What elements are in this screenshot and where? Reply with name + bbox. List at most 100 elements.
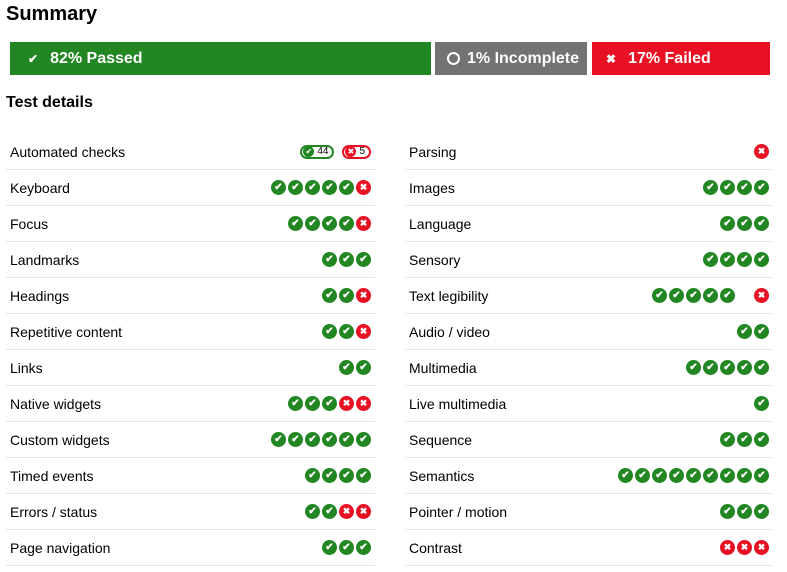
test-row-landmarks[interactable]: Landmarks ✔ ✔ ✔ — [6, 242, 375, 278]
pass-check-icon: ✔ — [686, 468, 701, 483]
result-icons: ✔ ✔ ✔ ✔ ✔ ✖ — [652, 288, 769, 303]
pass-check-icon: ✔ — [669, 288, 684, 303]
pass-check-icon: ✔ — [322, 396, 337, 411]
test-row-automated-checks[interactable]: Automated checks ✔ 44 ✖ 5 — [6, 134, 375, 170]
pass-check-icon: ✔ — [737, 468, 752, 483]
pass-check-icon: ✔ — [322, 504, 337, 519]
test-label: Repetitive content — [10, 323, 123, 340]
check-icon: ✔ — [28, 51, 39, 66]
passed-bar: ✔ 82% Passed — [10, 42, 431, 75]
automated-pass-badge: ✔ 44 — [300, 144, 335, 159]
fail-count: 5 — [359, 146, 365, 157]
pass-check-icon: ✔ — [703, 468, 718, 483]
result-icons: ✔ ✔ ✖ — [322, 324, 371, 339]
test-row-language[interactable]: Language ✔ ✔ ✔ — [405, 206, 773, 242]
fail-cross-icon: ✖ — [356, 324, 371, 339]
test-row-text-legibility[interactable]: Text legibility ✔ ✔ ✔ ✔ ✔ ✖ — [405, 278, 773, 314]
pass-check-icon: ✔ — [652, 288, 667, 303]
pass-check-icon: ✔ — [339, 432, 354, 447]
pass-check-icon: ✔ — [305, 180, 320, 195]
pass-check-icon: ✔ — [686, 360, 701, 375]
pass-check-icon: ✔ — [635, 468, 650, 483]
test-row-links[interactable]: Links ✔ ✔ — [6, 350, 375, 386]
test-row-page-navigation[interactable]: Page navigation ✔ ✔ ✔ — [6, 530, 375, 566]
pass-check-icon: ✔ — [737, 216, 752, 231]
test-row-audio-video[interactable]: Audio / video ✔ ✔ — [405, 314, 773, 350]
result-icons: ✔ ✔ ✔ — [322, 252, 371, 267]
result-icons: ✔ ✔ ✔ ✔ — [305, 468, 371, 483]
pass-check-icon: ✔ — [305, 216, 320, 231]
pass-check-icon: ✔ — [271, 432, 286, 447]
test-row-timed-events[interactable]: Timed events ✔ ✔ ✔ ✔ — [6, 458, 375, 494]
test-row-sequence[interactable]: Sequence ✔ ✔ ✔ — [405, 422, 773, 458]
result-icons: ✔ ✔ ✔ — [720, 432, 769, 447]
pass-check-icon: ✔ — [339, 288, 354, 303]
test-row-sensory[interactable]: Sensory ✔ ✔ ✔ ✔ — [405, 242, 773, 278]
pass-check-icon: ✔ — [754, 324, 769, 339]
failed-label: 17% Failed — [628, 49, 711, 67]
result-icons: ✔ ✔ ✔ ✔ — [703, 252, 769, 267]
test-row-semantics[interactable]: Semantics ✔ ✔ ✔ ✔ ✔ ✔ ✔ ✔ ✔ — [405, 458, 773, 494]
incomplete-circle-icon — [737, 288, 752, 303]
pass-check-icon: ✔ — [288, 180, 303, 195]
pass-check-icon: ✔ — [703, 252, 718, 267]
result-icons: ✔ ✔ ✔ ✔ — [703, 180, 769, 195]
fail-cross-icon: ✖ — [356, 504, 371, 519]
test-label: Contrast — [409, 539, 462, 556]
test-label: Multimedia — [409, 359, 477, 376]
pass-check-icon: ✔ — [322, 540, 337, 555]
test-label: Audio / video — [409, 323, 490, 340]
test-row-custom-widgets[interactable]: Custom widgets ✔ ✔ ✔ ✔ ✔ ✔ — [6, 422, 375, 458]
test-label: Sensory — [409, 251, 461, 268]
pass-check-icon: ✔ — [737, 360, 752, 375]
pass-check-icon: ✔ — [339, 540, 354, 555]
pass-check-icon: ✔ — [754, 360, 769, 375]
circle-icon — [447, 52, 460, 65]
pass-check-icon: ✔ — [720, 504, 735, 519]
test-label: Headings — [10, 287, 70, 304]
pass-check-icon: ✔ — [339, 324, 354, 339]
result-icons: ✔ ✔ ✔ — [322, 540, 371, 555]
pass-check-icon: ✔ — [339, 216, 354, 231]
test-label: Parsing — [409, 143, 457, 160]
result-icons: ✔ ✔ ✔ ✔ ✔ ✔ — [271, 432, 371, 447]
pass-check-icon: ✔ — [322, 324, 337, 339]
right-column: Parsing ✖ Images ✔ ✔ ✔ ✔ Language ✔ ✔ ✔ Sensory ✔ ✔ ✔ ✔… — [405, 134, 773, 566]
pass-check-icon: ✔ — [703, 288, 718, 303]
test-row-multimedia[interactable]: Multimedia ✔ ✔ ✔ ✔ ✔ — [405, 350, 773, 386]
pass-check-icon: ✔ — [356, 252, 371, 267]
pass-check-icon: ✔ — [271, 180, 286, 195]
test-row-errors-status[interactable]: Errors / status ✔ ✔ ✖ ✖ — [6, 494, 375, 530]
test-label: Automated checks — [10, 143, 126, 160]
test-row-native-widgets[interactable]: Native widgets ✔ ✔ ✔ ✖ ✖ — [6, 386, 375, 422]
pass-check-icon: ✔ — [288, 216, 303, 231]
result-icons: ✔ ✔ — [737, 324, 769, 339]
fail-cross-icon: ✖ — [356, 216, 371, 231]
test-row-focus[interactable]: Focus ✔ ✔ ✔ ✔ ✖ — [6, 206, 375, 242]
test-row-contrast[interactable]: Contrast ✖ ✖ ✖ — [405, 530, 773, 566]
pass-check-icon: ✔ — [754, 252, 769, 267]
result-icons: ✔ ✔ ✔ — [720, 504, 769, 519]
pass-check-icon: ✔ — [288, 396, 303, 411]
pass-check-icon: ✔ — [754, 216, 769, 231]
test-row-images[interactable]: Images ✔ ✔ ✔ ✔ — [405, 170, 773, 206]
result-icons: ✔ ✔ ✔ ✔ ✖ — [288, 216, 371, 231]
pass-check-icon: ✔ — [305, 396, 320, 411]
fail-cross-icon: ✖ — [754, 540, 769, 555]
test-row-parsing[interactable]: Parsing ✖ — [405, 134, 773, 170]
test-label: Keyboard — [10, 179, 70, 196]
result-icons: ✔ ✔ ✖ ✖ — [305, 504, 371, 519]
fail-cross-icon: ✖ — [754, 144, 769, 159]
test-row-pointer-motion[interactable]: Pointer / motion ✔ ✔ ✔ — [405, 494, 773, 530]
test-row-live-multimedia[interactable]: Live multimedia ✔ — [405, 386, 773, 422]
pass-check-icon: ✔ — [339, 180, 354, 195]
test-row-repetitive-content[interactable]: Repetitive content ✔ ✔ ✖ — [6, 314, 375, 350]
fail-cross-icon: ✖ — [356, 180, 371, 195]
test-row-keyboard[interactable]: Keyboard ✔ ✔ ✔ ✔ ✔ ✖ — [6, 170, 375, 206]
test-label: Links — [10, 359, 43, 376]
summary-title: Summary — [6, 3, 98, 25]
test-row-headings[interactable]: Headings ✔ ✔ ✖ — [6, 278, 375, 314]
result-icons: ✔ — [754, 396, 769, 411]
test-label: Custom widgets — [10, 431, 110, 448]
test-label: Sequence — [409, 431, 473, 448]
